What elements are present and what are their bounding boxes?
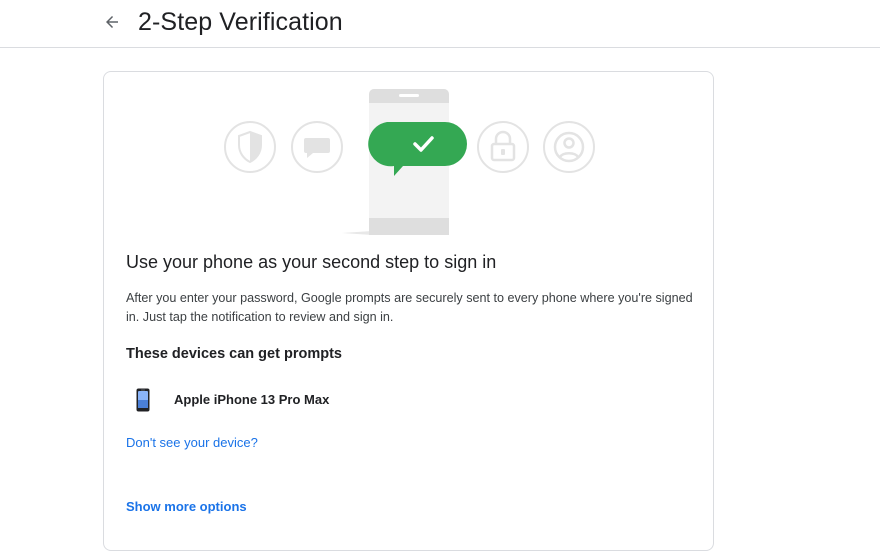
lock-icon [477, 121, 529, 173]
missing-device-link[interactable]: Don't see your device? [126, 433, 258, 453]
account-icon [543, 121, 595, 173]
phone-prompt-illustration [224, 89, 595, 235]
shield-icon [224, 121, 276, 173]
card-description: After you enter your password, Google pr… [126, 291, 693, 324]
card-heading: Use your phone as your second step to si… [126, 252, 497, 272]
show-more-options-link[interactable]: Show more options [126, 497, 247, 517]
device-name: Apple iPhone 13 Pro Max [174, 392, 330, 407]
phone-check-icon [342, 89, 467, 235]
back-button[interactable] [98, 8, 126, 36]
page-title: 2-Step Verification [138, 8, 343, 36]
phone-prompt-card: Use your phone as your second step to si… [103, 71, 714, 551]
top-bar: 2-Step Verification [0, 0, 880, 48]
device-row: Apple iPhone 13 Pro Max [126, 386, 686, 414]
devices-heading: These devices can get prompts [126, 346, 342, 362]
chat-icon [291, 121, 343, 173]
arrow-back-icon [106, 16, 118, 28]
smartphone-icon [136, 388, 150, 412]
